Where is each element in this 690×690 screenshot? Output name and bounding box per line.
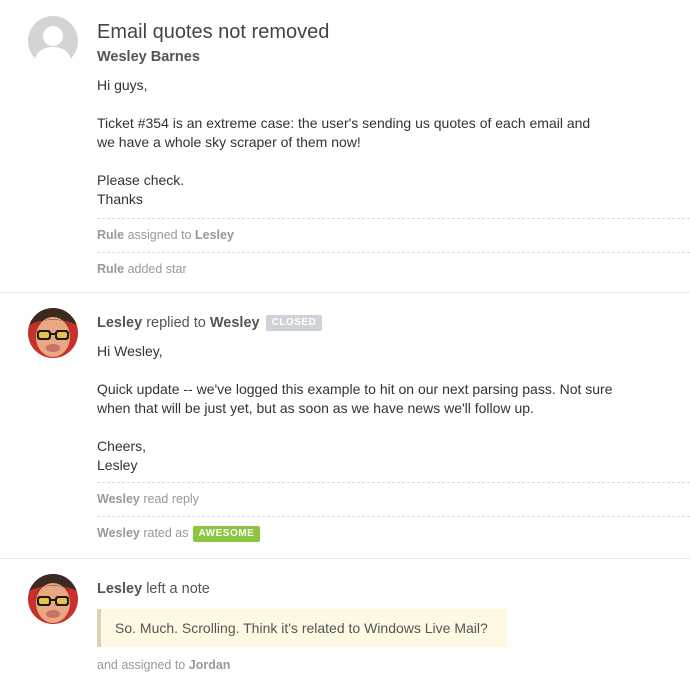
message-line: Hi Wesley, xyxy=(97,343,163,359)
avatar-lesley[interactable] xyxy=(28,308,78,358)
entry-divider xyxy=(0,558,690,559)
author-name[interactable]: Wesley Barnes xyxy=(97,49,200,65)
activity-actor[interactable]: Wesley xyxy=(97,492,140,506)
entry-divider xyxy=(0,292,690,293)
avatar-default[interactable] xyxy=(28,16,78,66)
activity-item: Rule assigned to Lesley xyxy=(97,218,690,252)
user-photo-icon xyxy=(28,308,78,358)
activity-action: added star xyxy=(127,262,187,276)
activity-item: Wesley read reply xyxy=(97,482,690,516)
activity-action: assigned to xyxy=(127,228,192,242)
message-line: Hi guys, xyxy=(97,77,148,93)
message-line: we have a whole sky scraper of them now! xyxy=(97,134,361,150)
message-line: when that will be just yet, but as soon … xyxy=(97,400,534,416)
note-assignment: and assigned to Jordan xyxy=(97,658,230,672)
avatar-lesley[interactable] xyxy=(28,574,78,624)
message-line: Quick update -- we've logged this exampl… xyxy=(97,381,613,397)
assignee-name[interactable]: Jordan xyxy=(189,658,231,672)
activity-item: Rule added star xyxy=(97,252,690,286)
assign-prefix: and assigned to xyxy=(97,658,186,672)
message-line: Ticket #354 is an extreme case: the user… xyxy=(97,115,591,131)
message-line: Thanks xyxy=(97,191,143,207)
activity-target[interactable]: Lesley xyxy=(195,228,234,242)
message-body: Hi guys, Ticket #354 is an extreme case:… xyxy=(97,76,690,209)
rating-badge: AWESOME xyxy=(192,526,261,542)
activity-actor[interactable]: Rule xyxy=(97,228,124,242)
author-name[interactable]: Lesley xyxy=(97,581,142,597)
note-text: So. Much. Scrolling. Think it's related … xyxy=(97,609,507,647)
reply-recipient[interactable]: Wesley xyxy=(210,315,260,331)
note-verb: left a note xyxy=(146,581,210,597)
author-name[interactable]: Lesley xyxy=(97,315,142,331)
activity-actor[interactable]: Rule xyxy=(97,262,124,276)
activity-item: Wesley rated as AWESOME xyxy=(97,516,690,550)
activity-actor[interactable]: Wesley xyxy=(97,526,140,540)
activity-action: rated as xyxy=(143,526,189,540)
activity-action: read reply xyxy=(143,492,199,506)
message-line: Lesley xyxy=(97,457,138,473)
message-line: Cheers, xyxy=(97,438,147,454)
reply-verb: replied to xyxy=(146,315,206,331)
ticket-subject: Email quotes not removed xyxy=(97,21,330,43)
user-photo-icon xyxy=(28,574,78,624)
message-line: Please check. xyxy=(97,172,185,188)
person-silhouette-icon xyxy=(28,16,78,66)
status-badge: CLOSED xyxy=(265,315,323,331)
message-body: Hi Wesley, Quick update -- we've logged … xyxy=(97,342,690,475)
